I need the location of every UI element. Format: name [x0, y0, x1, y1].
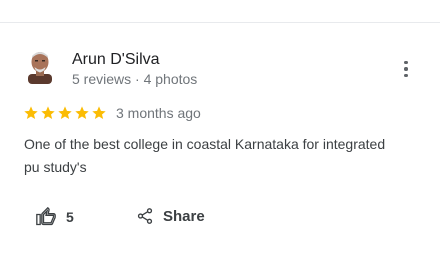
- like-button[interactable]: 5: [36, 207, 74, 227]
- author-avatar[interactable]: [24, 48, 56, 84]
- star-icon: [58, 106, 72, 119]
- like-count: 5: [66, 209, 74, 225]
- star-icon: [41, 106, 55, 119]
- share-label: Share: [163, 207, 205, 225]
- more-options-icon[interactable]: [396, 58, 416, 80]
- top-divider: [0, 22, 440, 23]
- rating-row: 3 months ago: [23, 105, 201, 121]
- star-icon: [92, 106, 106, 119]
- star-rating: [23, 105, 107, 121]
- review-text: One of the best college in coastal Karna…: [24, 136, 386, 175]
- author-meta: 5 reviews · 4 photos: [72, 71, 198, 87]
- star-icon: [24, 106, 38, 119]
- share-button[interactable]: Share: [136, 207, 205, 225]
- review-date: 3 months ago: [116, 105, 201, 121]
- thumb-up-icon: [36, 207, 56, 226]
- share-icon: [137, 208, 153, 224]
- star-icon: [75, 106, 89, 119]
- author-name[interactable]: Arun D'Silva: [72, 51, 160, 69]
